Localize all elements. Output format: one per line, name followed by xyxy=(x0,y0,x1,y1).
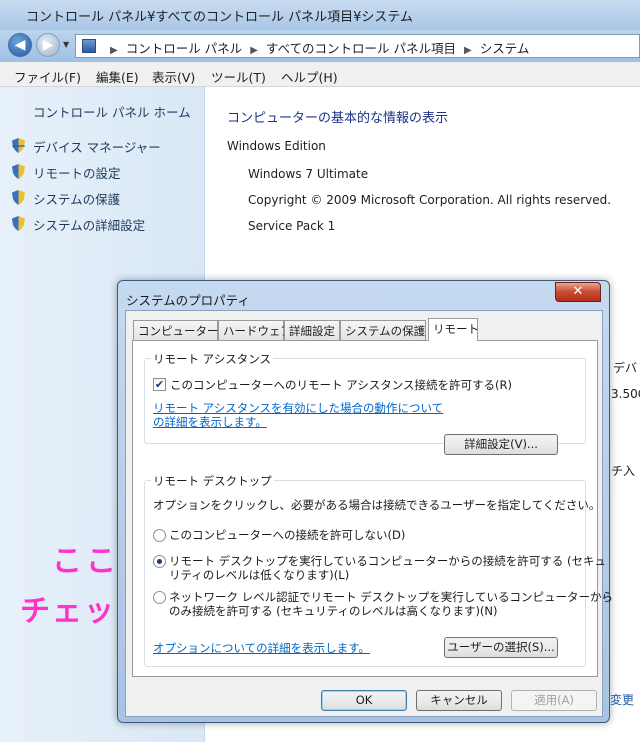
breadcrumb-all-items[interactable]: すべてのコントロール パネル項目 xyxy=(266,41,456,56)
menu-edit[interactable]: 編集(E) xyxy=(96,67,139,86)
remote-assistance-details-link[interactable]: リモート アシスタンスを有効にした場合の動作についての詳細を表示します。 xyxy=(153,401,453,429)
copyright-text: Copyright © 2009 Microsoft Corporation. … xyxy=(248,193,612,207)
select-users-button[interactable]: ユーザーの選択(S)... xyxy=(444,637,558,658)
breadcrumb: ▶ コントロール パネル ▶ すべてのコントロール パネル項目 ▶ システム xyxy=(102,38,529,57)
tab-system-protection[interactable]: システムの保護 xyxy=(340,320,426,340)
service-pack-text: Service Pack 1 xyxy=(248,219,336,233)
dialog-title: システムのプロパティ xyxy=(126,293,250,308)
partial-text-processor: 3.50G xyxy=(611,387,640,401)
partial-link-change[interactable]: 変更 xyxy=(610,691,634,708)
shield-icon xyxy=(12,138,25,153)
dialog-body: コンピューター名 ハードウェア 詳細設定 システムの保護 リモート リモート ア… xyxy=(125,310,613,717)
check-mark-icon: ✔ xyxy=(154,378,165,391)
tab-advanced[interactable]: 詳細設定 xyxy=(284,320,340,340)
radio-allow-nla-only-label-line2[interactable]: のみ接続を許可する (セキュリティのレベルは高くなります)(N) xyxy=(169,603,498,619)
advanced-settings-button[interactable]: 詳細設定(V)... xyxy=(444,434,558,455)
tab-computer-name[interactable]: コンピューター名 xyxy=(133,320,230,340)
tab-hardware[interactable]: ハードウェア xyxy=(218,320,292,340)
chevron-right-icon: ▶ xyxy=(464,45,472,56)
sidebar-item-label: リモートの設定 xyxy=(33,166,121,181)
sidebar-item-label: デバイス マネージャー xyxy=(33,140,161,155)
menu-help[interactable]: ヘルプ(H) xyxy=(281,67,338,86)
chevron-right-icon: ▶ xyxy=(250,45,258,56)
control-panel-home-link[interactable]: コントロール パネル ホーム xyxy=(33,102,191,121)
remote-desktop-instruction: オプションをクリックし、必要がある場合は接続できるユーザーを指定してください。 xyxy=(153,498,601,512)
partial-text-device: デバ xyxy=(613,361,638,375)
menu-file[interactable]: ファイル(F) xyxy=(14,67,81,86)
breadcrumb-control-panel[interactable]: コントロール パネル xyxy=(126,41,242,56)
arrow-left-icon: ◀ xyxy=(14,37,26,53)
radio-allow-any-version[interactable] xyxy=(153,555,166,568)
dialog-close-button[interactable]: ✕ xyxy=(555,282,601,302)
radio-allow-any-version-label-line2[interactable]: リティのレベルは低くなります)(L) xyxy=(169,567,349,583)
menu-view[interactable]: 表示(V) xyxy=(152,67,195,86)
navigation-bar: ◀ ▶ ▼ ▶ コントロール パネル ▶ すべてのコントロール パネル項目 ▶ システム xyxy=(0,30,640,62)
address-bar[interactable]: ▶ コントロール パネル ▶ すべてのコントロール パネル項目 ▶ システム xyxy=(75,34,640,58)
allow-remote-assistance-label[interactable]: このコンピューターへのリモート アシスタンス接続を許可する(R) xyxy=(170,377,512,393)
window-title: コントロール パネル¥すべてのコントロール パネル項目¥システム xyxy=(26,10,413,25)
remote-desktop-group: リモート デスクトップ オプションをクリックし、必要がある場合は接続できるユーザ… xyxy=(144,473,613,667)
control-panel-icon xyxy=(82,39,96,53)
sidebar-item-label: システムの保護 xyxy=(33,192,121,207)
chevron-right-icon: ▶ xyxy=(110,45,118,56)
tab-remote[interactable]: リモート xyxy=(428,318,479,341)
annotation-koko: ここ xyxy=(52,544,120,579)
window-titlebar: コントロール パネル¥すべてのコントロール パネル項目¥システム xyxy=(0,0,640,30)
remote-desktop-details-link[interactable]: オプションについての詳細を表示します。 xyxy=(153,641,370,655)
radio-no-connections[interactable] xyxy=(153,529,166,542)
menu-bar: ファイル(F) 編集(E) 表示(V) ツール(T) ヘルプ(H) xyxy=(0,62,640,87)
page-title: コンピューターの基本的な情報の表示 xyxy=(227,111,449,126)
partial-text-touch: チ入 xyxy=(611,464,636,478)
shield-icon xyxy=(12,216,25,231)
history-dropdown-icon[interactable]: ▼ xyxy=(63,40,69,49)
system-properties-dialog: システムのプロパティ ✕ コンピューター名 ハードウェア 詳細設定 システムの保… xyxy=(117,280,613,723)
arrow-right-icon: ▶ xyxy=(42,37,54,53)
apply-button[interactable]: 適用(A) xyxy=(511,690,597,711)
sidebar-item-label: システムの詳細設定 xyxy=(33,218,146,233)
shield-icon xyxy=(12,190,25,205)
radio-allow-nla-only[interactable] xyxy=(153,591,166,604)
menu-tools[interactable]: ツール(T) xyxy=(211,67,266,86)
ok-button[interactable]: OK xyxy=(321,690,407,711)
remote-desktop-label: リモート デスクトップ xyxy=(151,473,274,489)
forward-button[interactable]: ▶ xyxy=(36,33,60,57)
remote-tab-panel: リモート アシスタンス ✔ このコンピューターへのリモート アシスタンス接続を許… xyxy=(132,340,613,677)
edition-name: Windows 7 Ultimate xyxy=(248,167,369,181)
cancel-button[interactable]: キャンセル xyxy=(416,690,502,711)
shield-icon xyxy=(12,164,25,179)
back-button[interactable]: ◀ xyxy=(8,33,32,57)
radio-no-connections-label[interactable]: このコンピューターへの接続を許可しない(D) xyxy=(169,527,405,543)
close-icon: ✕ xyxy=(572,284,584,299)
remote-assistance-group: リモート アシスタンス ✔ このコンピューターへのリモート アシスタンス接続を許… xyxy=(144,351,586,455)
breadcrumb-system[interactable]: システム xyxy=(480,41,530,56)
section-heading-windows-edition: Windows Edition xyxy=(227,139,326,153)
allow-remote-assistance-checkbox[interactable]: ✔ xyxy=(153,378,166,391)
remote-assistance-label: リモート アシスタンス xyxy=(151,351,273,367)
